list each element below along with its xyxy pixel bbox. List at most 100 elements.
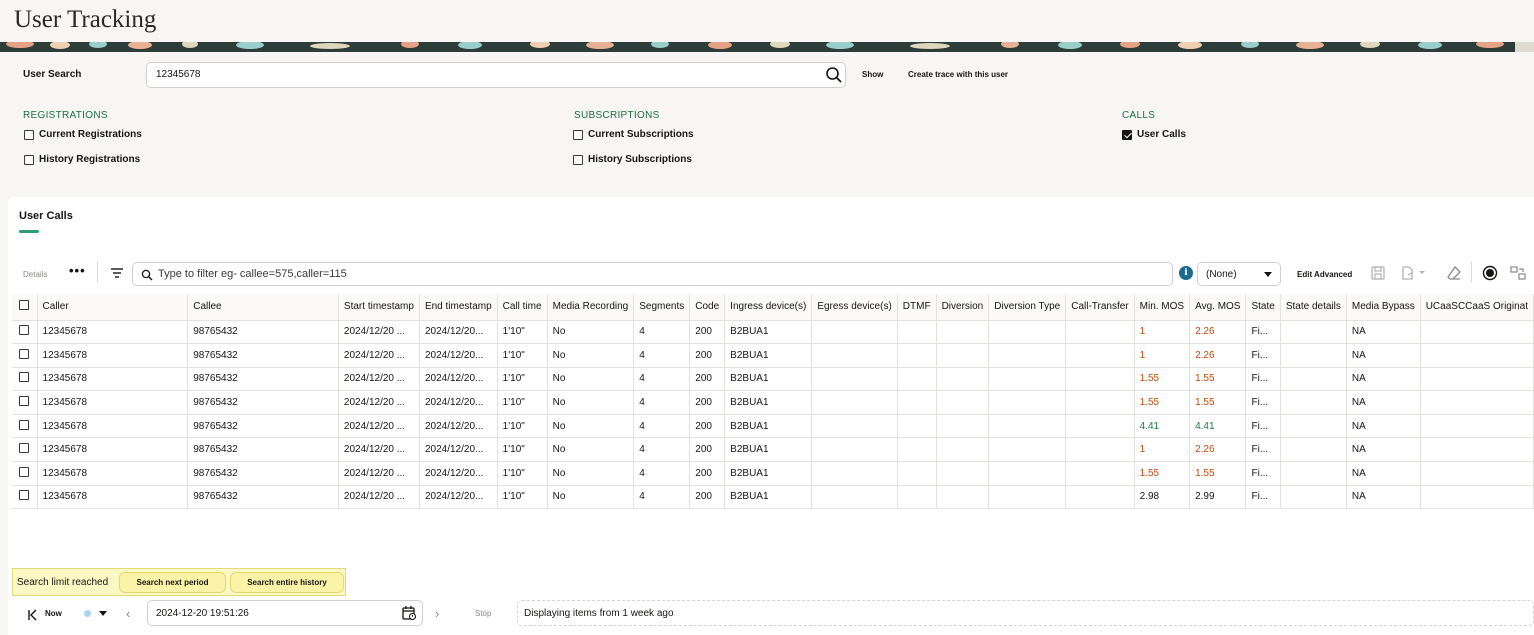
table-cell: 2.99 — [1189, 484, 1247, 510]
checkbox-icon[interactable] — [19, 348, 30, 359]
table-cell — [988, 413, 1067, 438]
table-header-row: Caller Callee Start timestamp End timest… — [12, 294, 1534, 320]
checkbox-icon[interactable] — [19, 443, 30, 454]
history-registrations-checkbox[interactable]: History Registrations — [24, 154, 140, 165]
table-row[interactable]: 12345678 98765432 2024/12/20 ... 2024/12/20… — [12, 343, 1534, 368]
more-options-button[interactable]: ••• — [69, 263, 86, 278]
checkbox-icon[interactable] — [24, 154, 34, 165]
column-header[interactable]: Call-Transfer — [1065, 294, 1135, 320]
column-header[interactable]: End timestamp — [419, 294, 498, 320]
user-search-input[interactable] — [156, 69, 816, 80]
filter-icon[interactable] — [110, 266, 124, 284]
row-select-checkbox[interactable] — [12, 484, 38, 510]
row-select-checkbox[interactable] — [12, 343, 38, 368]
column-header[interactable]: Start timestamp — [338, 294, 420, 320]
column-header[interactable]: Diversion Type — [988, 294, 1067, 320]
status-text: Displaying items from 1 week ago — [524, 608, 674, 619]
history-subscriptions-checkbox[interactable]: History Subscriptions — [573, 154, 692, 165]
table-row[interactable]: 12345678 98765432 2024/12/20 ... 2024/12/20… — [12, 413, 1534, 438]
live-indicator-icon[interactable] — [84, 610, 91, 617]
column-header[interactable]: Avg. MOS — [1189, 294, 1247, 320]
table-cell — [811, 319, 898, 344]
datetime-field[interactable]: 2024-12-20 19:51:26 — [147, 600, 423, 626]
search-icon[interactable] — [825, 66, 843, 84]
now-button[interactable]: Now — [45, 609, 62, 618]
calendar-icon[interactable] — [401, 605, 417, 626]
column-header[interactable]: Callee — [187, 294, 339, 320]
info-icon[interactable]: i — [1179, 266, 1193, 280]
checkbox-checked-icon[interactable] — [1122, 129, 1132, 140]
record-icon[interactable] — [1482, 265, 1498, 281]
columns-icon[interactable] — [1510, 265, 1526, 281]
row-select-checkbox[interactable] — [12, 461, 38, 486]
filter-field[interactable] — [132, 262, 1173, 286]
chevron-left-icon[interactable]: ‹ — [126, 606, 130, 621]
column-header[interactable]: Egress device(s) — [811, 294, 898, 320]
column-header[interactable]: Media Recording — [547, 294, 635, 320]
row-select-checkbox[interactable] — [12, 413, 38, 438]
table-cell: 12345678 — [37, 461, 189, 486]
create-trace-button[interactable]: Create trace with this user — [908, 70, 1008, 79]
table-row[interactable]: 12345678 98765432 2024/12/20 ... 2024/12/20… — [12, 390, 1534, 415]
row-select-checkbox[interactable] — [12, 390, 38, 415]
show-button[interactable]: Show — [862, 70, 883, 79]
column-header[interactable]: Media Bypass — [1346, 294, 1421, 320]
save-icon[interactable] — [1370, 265, 1386, 281]
table-row[interactable]: 12345678 98765432 2024/12/20 ... 2024/12/20… — [12, 484, 1534, 510]
column-header[interactable]: UCaaSCCaaS Originat — [1420, 294, 1534, 320]
table-row[interactable]: 12345678 98765432 2024/12/20 ... 2024/12/20… — [12, 366, 1534, 391]
user-calls-checkbox[interactable]: User Calls — [1122, 129, 1186, 140]
column-header[interactable]: DTMF — [897, 294, 937, 320]
stop-button[interactable]: Stop — [475, 609, 491, 618]
user-search-field[interactable] — [146, 62, 846, 88]
checkbox-icon[interactable] — [573, 129, 583, 140]
export-icon[interactable] — [1400, 265, 1426, 281]
table-row[interactable]: 12345678 98765432 2024/12/20 ... 2024/12/20… — [12, 319, 1534, 344]
checkbox-icon[interactable] — [19, 300, 30, 311]
column-header[interactable]: State — [1245, 294, 1281, 320]
checkbox-icon[interactable] — [573, 154, 583, 165]
column-header[interactable]: Caller — [37, 294, 189, 320]
search-entire-history-button[interactable]: Search entire history — [230, 572, 344, 593]
table-cell — [811, 390, 898, 415]
toolbar-divider — [97, 261, 98, 283]
table-cell — [897, 390, 937, 415]
column-header[interactable]: State details — [1280, 294, 1347, 320]
checkbox-icon[interactable] — [19, 372, 30, 383]
chevron-down-icon[interactable] — [99, 611, 107, 616]
table-cell: 1 — [1134, 319, 1191, 344]
table-row[interactable]: 12345678 98765432 2024/12/20 ... 2024/12/20… — [12, 437, 1534, 462]
column-header[interactable]: Diversion — [936, 294, 990, 320]
filter-preset-select[interactable]: (None) — [1197, 262, 1281, 286]
column-header[interactable]: Code — [689, 294, 726, 320]
page-title: User Tracking — [14, 6, 157, 33]
row-select-checkbox[interactable] — [12, 319, 38, 344]
current-subscriptions-checkbox[interactable]: Current Subscriptions — [573, 129, 694, 140]
checkbox-icon[interactable] — [19, 396, 30, 407]
table-cell — [936, 390, 990, 415]
checkbox-icon[interactable] — [19, 419, 30, 430]
row-select-checkbox[interactable] — [12, 366, 38, 391]
row-select-checkbox[interactable] — [12, 437, 38, 462]
first-page-icon[interactable] — [27, 608, 39, 626]
filter-input[interactable] — [158, 268, 1158, 280]
search-next-period-button[interactable]: Search next period — [119, 572, 226, 593]
checkbox-icon[interactable] — [19, 466, 30, 477]
column-header[interactable]: Segments — [633, 294, 691, 320]
table-cell: Fi... — [1245, 366, 1281, 391]
column-header[interactable]: Call time — [497, 294, 548, 320]
edit-advanced-button[interactable]: Edit Advanced — [1297, 270, 1352, 279]
select-all-checkbox[interactable] — [12, 294, 38, 320]
checkbox-icon[interactable] — [19, 490, 30, 501]
table-row[interactable]: 12345678 98765432 2024/12/20 ... 2024/12/20… — [12, 461, 1534, 486]
chevron-right-icon[interactable]: › — [435, 606, 439, 621]
table-cell: 1'10" — [497, 343, 548, 368]
details-button[interactable]: Details — [23, 270, 47, 279]
column-header[interactable]: Ingress device(s) — [724, 294, 813, 320]
checkbox-icon[interactable] — [24, 129, 34, 140]
checkbox-icon[interactable] — [19, 325, 30, 336]
current-registrations-checkbox[interactable]: Current Registrations — [24, 129, 142, 140]
tab-user-calls[interactable]: User Calls — [19, 210, 73, 222]
eraser-icon[interactable] — [1446, 265, 1462, 281]
column-header[interactable]: Min. MOS — [1134, 294, 1191, 320]
